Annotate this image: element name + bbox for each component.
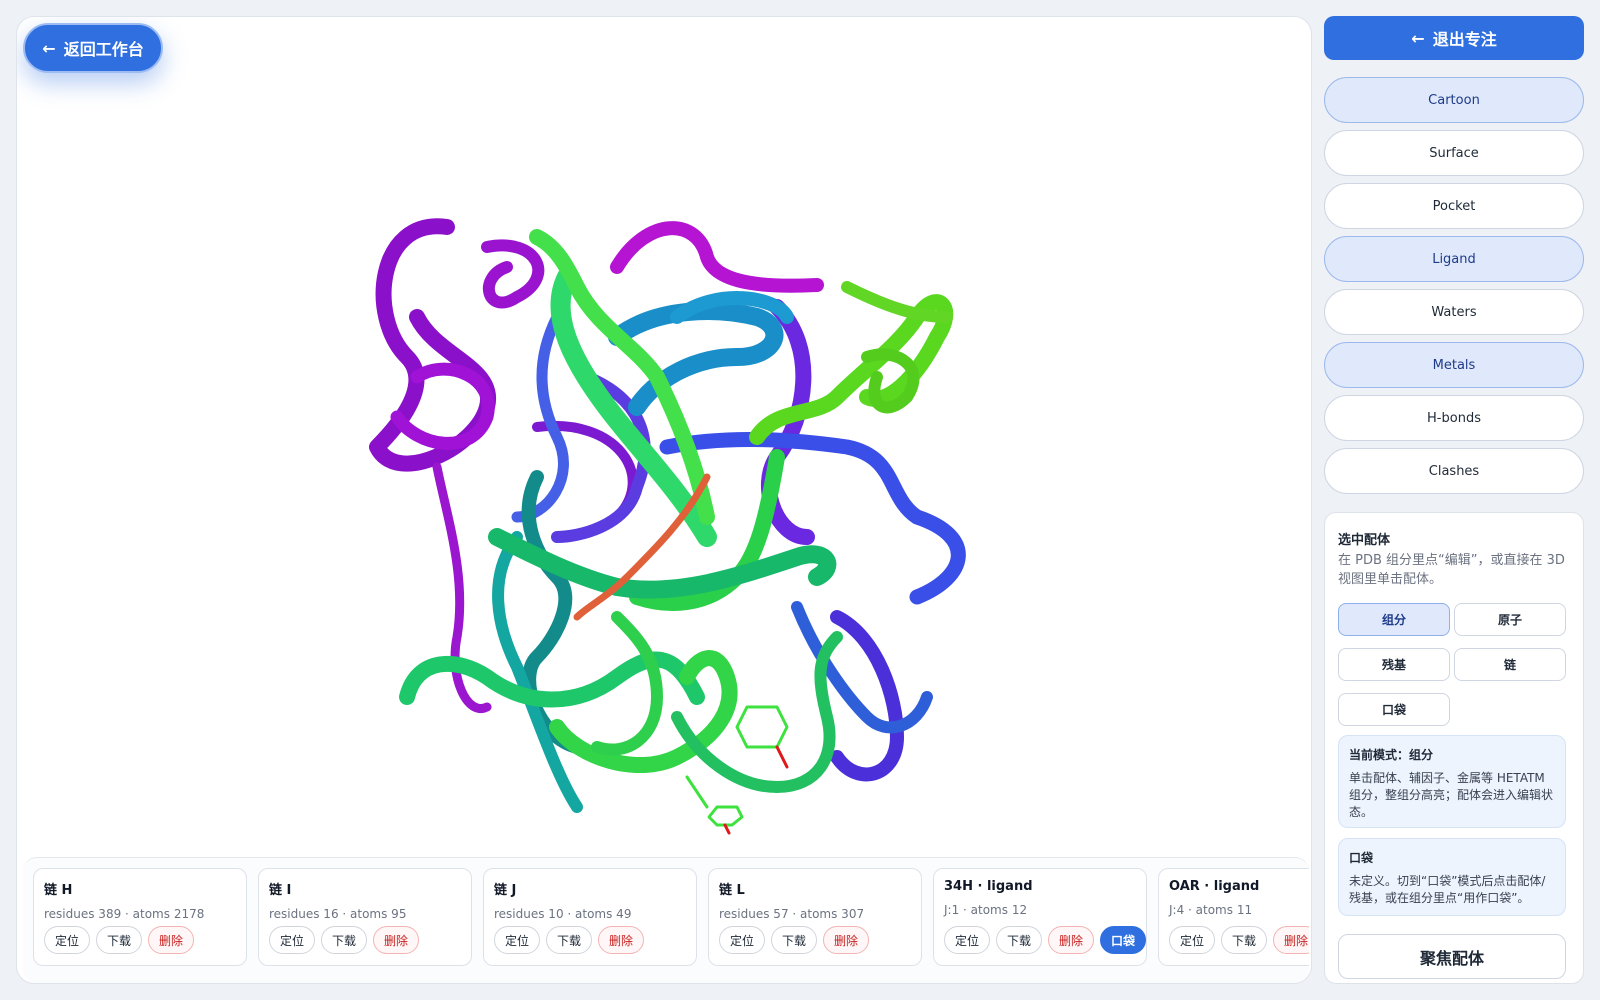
pocket-info-body: 未定义。切到“口袋”模式后点击配体/残基，或在组分里点“用作口袋”。 bbox=[1349, 874, 1546, 905]
structure-viewer[interactable]: ← 返回工作台 链 H residues 389 · atoms 2178 定位… bbox=[16, 16, 1312, 984]
locate-button[interactable]: 定位 bbox=[1169, 926, 1216, 954]
card-stats: J:4 · atoms 11 bbox=[1169, 903, 1253, 917]
download-button[interactable]: 下载 bbox=[546, 926, 593, 954]
protein-3d-render[interactable] bbox=[17, 17, 1312, 857]
mode-pocket-button[interactable]: 口袋 bbox=[1338, 693, 1450, 726]
component-strip[interactable]: 链 H residues 389 · atoms 2178 定位 下载 删除 链… bbox=[23, 857, 1309, 983]
card-stats: residues 16 · atoms 95 bbox=[269, 907, 407, 921]
card-title: 链 H bbox=[44, 883, 73, 898]
ligand-selection-panel: 选中配体 在 PDB 组分里点“编辑”，或直接在 3D 视图里单击配体。 组分 … bbox=[1324, 512, 1584, 984]
card-stats: J:1 · atoms 12 bbox=[944, 903, 1028, 917]
card-title: 链 J bbox=[494, 883, 517, 898]
view-waters-button[interactable]: Waters bbox=[1324, 289, 1584, 335]
view-pocket-button[interactable]: Pocket bbox=[1324, 183, 1584, 229]
mode-chain-button[interactable]: 链 bbox=[1454, 648, 1566, 681]
mode-atom-button[interactable]: 原子 bbox=[1454, 603, 1566, 636]
chain-card: 链 J residues 10 · atoms 49 定位 下载 删除 bbox=[483, 868, 697, 966]
current-mode-body: 单击配体、辅因子、金属等 HETATM 组分，整组分高亮；配体会进入编辑状态。 bbox=[1349, 771, 1554, 819]
current-mode-info: 当前模式：组分 单击配体、辅因子、金属等 HETATM 组分，整组分高亮；配体会… bbox=[1338, 735, 1566, 828]
back-to-workbench-button[interactable]: ← 返回工作台 bbox=[23, 23, 163, 73]
arrow-left-icon: ← bbox=[42, 38, 56, 58]
view-surface-button[interactable]: Surface bbox=[1324, 130, 1584, 176]
selection-title: 选中配体 bbox=[1338, 533, 1391, 548]
download-button[interactable]: 下载 bbox=[996, 926, 1043, 954]
card-stats: residues 389 · atoms 2178 bbox=[44, 907, 205, 921]
delete-button[interactable]: 删除 bbox=[1048, 926, 1095, 954]
locate-button[interactable]: 定位 bbox=[44, 926, 91, 954]
view-hbonds-button[interactable]: H-bonds bbox=[1324, 395, 1584, 441]
chain-card: 链 L residues 57 · atoms 307 定位 下载 删除 bbox=[708, 868, 922, 966]
view-ligand-button[interactable]: Ligand bbox=[1324, 236, 1584, 282]
mode-residue-button[interactable]: 残基 bbox=[1338, 648, 1450, 681]
download-button[interactable]: 下载 bbox=[321, 926, 368, 954]
locate-button[interactable]: 定位 bbox=[269, 926, 316, 954]
back-to-workbench-label: 返回工作台 bbox=[63, 40, 144, 59]
chain-card: 链 H residues 389 · atoms 2178 定位 下载 删除 bbox=[33, 868, 247, 966]
focus-ligand-button[interactable]: 聚焦配体 bbox=[1338, 934, 1566, 979]
delete-button[interactable]: 删除 bbox=[1273, 926, 1309, 954]
delete-button[interactable]: 删除 bbox=[148, 926, 195, 954]
view-metals-button[interactable]: Metals bbox=[1324, 342, 1584, 388]
download-button[interactable]: 下载 bbox=[96, 926, 143, 954]
pocket-button[interactable]: 口袋 bbox=[1100, 926, 1147, 954]
pocket-info: 口袋 未定义。切到“口袋”模式后点击配体/残基，或在组分里点“用作口袋”。 bbox=[1338, 838, 1566, 916]
locate-button[interactable]: 定位 bbox=[494, 926, 541, 954]
card-title: OAR · ligand bbox=[1169, 879, 1260, 894]
locate-button[interactable]: 定位 bbox=[719, 926, 766, 954]
view-cartoon-button[interactable]: Cartoon bbox=[1324, 77, 1584, 123]
exit-focus-button[interactable]: ← 退出专注 bbox=[1324, 16, 1584, 60]
side-panel: ← 退出专注 Cartoon Surface Pocket Ligand Wat… bbox=[1324, 16, 1584, 984]
delete-button[interactable]: 删除 bbox=[373, 926, 420, 954]
card-title: 34H · ligand bbox=[944, 879, 1033, 894]
download-button[interactable]: 下载 bbox=[1221, 926, 1268, 954]
card-stats: residues 10 · atoms 49 bbox=[494, 907, 632, 921]
ligand-card: OAR · ligand J:4 · atoms 11 定位 下载 删除 bbox=[1158, 868, 1309, 966]
pocket-info-title: 口袋 bbox=[1349, 851, 1374, 865]
exit-focus-label: 退出专注 bbox=[1432, 30, 1497, 49]
download-button[interactable]: 下载 bbox=[771, 926, 818, 954]
card-title: 链 I bbox=[269, 883, 292, 898]
delete-button[interactable]: 删除 bbox=[598, 926, 645, 954]
card-stats: residues 57 · atoms 307 bbox=[719, 907, 865, 921]
chain-card: 链 I residues 16 · atoms 95 定位 下载 删除 bbox=[258, 868, 472, 966]
locate-button[interactable]: 定位 bbox=[944, 926, 991, 954]
ligand-card: 34H · ligand J:1 · atoms 12 定位 下载 删除 口袋 bbox=[933, 868, 1147, 966]
mode-component-button[interactable]: 组分 bbox=[1338, 603, 1450, 636]
arrow-left-icon: ← bbox=[1411, 28, 1425, 48]
delete-button[interactable]: 删除 bbox=[823, 926, 870, 954]
current-mode-title: 当前模式：组分 bbox=[1349, 748, 1434, 762]
card-title: 链 L bbox=[719, 883, 745, 898]
selection-description: 在 PDB 组分里点“编辑”，或直接在 3D 视图里单击配体。 bbox=[1338, 553, 1565, 587]
view-clashes-button[interactable]: Clashes bbox=[1324, 448, 1584, 494]
